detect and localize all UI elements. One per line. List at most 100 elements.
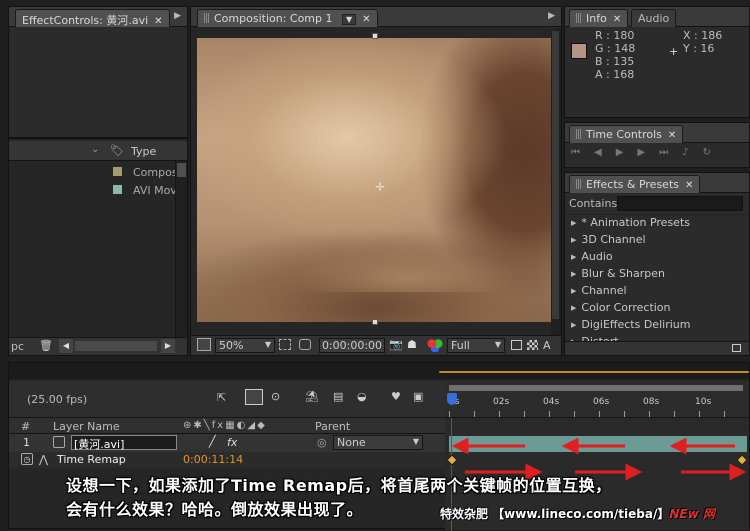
effects-category[interactable]: Color Correction bbox=[571, 301, 670, 317]
close-icon[interactable]: ✕ bbox=[613, 14, 621, 25]
scroll-left-icon[interactable]: ◀ bbox=[59, 339, 73, 353]
motion-blur-icon[interactable]: ◒ bbox=[357, 390, 367, 403]
layer-name-field[interactable]: [黄河.avi] bbox=[71, 435, 177, 451]
parent-select[interactable]: None ▼ bbox=[333, 435, 423, 450]
resolution-select[interactable]: Full ▼ bbox=[447, 338, 505, 353]
type-column-header[interactable]: Type bbox=[131, 145, 156, 158]
switches-header-icons[interactable]: ⊛✱╲fx▦◐◢◆ bbox=[183, 420, 267, 431]
effects-category[interactable]: Audio bbox=[571, 250, 612, 266]
viewer-handle-bottom[interactable] bbox=[372, 319, 378, 325]
tab-composition-label: Composition: Comp 1 bbox=[214, 12, 333, 25]
contains-search-input[interactable] bbox=[617, 196, 743, 211]
time-remap-row[interactable]: ◷ ⋀ Time Remap 0:00:11:14 bbox=[9, 452, 445, 468]
active-camera-icon[interactable]: A bbox=[543, 339, 551, 352]
layer-row[interactable]: 1 [黄河.avi] ╱ fx ◎ None ▼ bbox=[9, 434, 445, 452]
tab-effects-presets[interactable]: Effects & Presets ✕ bbox=[569, 175, 701, 193]
grip-icon[interactable] bbox=[576, 13, 582, 23]
timeline-top-strip bbox=[9, 363, 749, 379]
col-parent-header[interactable]: Parent bbox=[315, 420, 350, 433]
panel-menu-icon[interactable]: ▶ bbox=[174, 11, 181, 21]
time-controls-tabbar: Time Controls ✕ bbox=[565, 123, 749, 143]
scroll-right-icon[interactable]: ▶ bbox=[161, 339, 175, 353]
graph-editor-icon[interactable]: ▣ bbox=[413, 390, 423, 403]
close-icon[interactable]: ✕ bbox=[685, 180, 693, 191]
effects-category[interactable]: Blur & Sharpen bbox=[571, 267, 665, 283]
work-area-bar[interactable] bbox=[449, 385, 743, 391]
tab-composition[interactable]: Composition: Comp 1 ▼ ✕ bbox=[197, 9, 378, 27]
timeline-toolbar: (25.00 fps) ⇱ ⊙ ⛱ ▤ ◒ ♥ ▣ bbox=[9, 381, 445, 419]
snapshot-icon[interactable]: 📷 bbox=[389, 338, 403, 351]
graph-icon[interactable]: ⋀ bbox=[39, 453, 48, 466]
time-ruler[interactable]: 0s 02s 04s 06s 08s 10s bbox=[445, 381, 749, 417]
fast-preview-icon[interactable] bbox=[511, 340, 522, 350]
bpc-label[interactable]: pc bbox=[11, 340, 24, 353]
tab-info[interactable]: Info ✕ bbox=[569, 9, 629, 27]
prop-value[interactable]: 0:00:11:14 bbox=[183, 453, 243, 466]
loop-icon[interactable]: ↻ bbox=[703, 147, 725, 158]
live-update-icon[interactable]: ⊙ bbox=[271, 390, 280, 403]
panel-menu-icon[interactable]: ▶ bbox=[548, 11, 555, 21]
close-icon[interactable]: ✕ bbox=[668, 130, 676, 141]
effects-category[interactable]: 3D Channel bbox=[571, 233, 645, 249]
always-preview-icon[interactable] bbox=[197, 338, 211, 351]
current-time-indicator-head[interactable] bbox=[447, 393, 457, 405]
color-channels-icon[interactable] bbox=[427, 338, 443, 352]
info-tabbar: Info ✕ Audio bbox=[565, 7, 749, 27]
grip-icon[interactable] bbox=[576, 129, 582, 139]
zoom-select[interactable]: 50% ▼ bbox=[215, 338, 275, 353]
effects-category[interactable]: Channel bbox=[571, 284, 626, 300]
col-number-header[interactable]: # bbox=[21, 420, 30, 433]
draft-3d-icon[interactable] bbox=[245, 389, 263, 405]
comp-flowchart-icon[interactable]: ⇱ bbox=[217, 391, 226, 404]
project-scrollbar[interactable] bbox=[175, 161, 187, 339]
brainstorm-icon[interactable]: ♥ bbox=[391, 390, 401, 403]
fx-switch-icon[interactable]: fx bbox=[227, 436, 237, 449]
quality-switch-icon[interactable]: ╱ bbox=[209, 435, 216, 448]
scroll-thumb[interactable] bbox=[177, 163, 186, 177]
time-controls-panel: Time Controls ✕ ⏮◀▶▶⏭♪↻ bbox=[564, 122, 750, 168]
tab-info-label: Info bbox=[586, 12, 607, 25]
last-frame-icon[interactable]: ⏭ bbox=[659, 147, 682, 158]
scroll-track[interactable] bbox=[75, 341, 157, 351]
prev-frame-icon[interactable]: ◀ bbox=[594, 147, 616, 158]
caption-line-2: 会有什么效果？哈哈。倒放效果出现了。 bbox=[66, 500, 364, 519]
tab-time-controls-label: Time Controls bbox=[586, 128, 662, 141]
scroll-thumb[interactable] bbox=[552, 31, 559, 319]
first-frame-icon[interactable]: ⏮ bbox=[571, 147, 594, 158]
grip-icon[interactable] bbox=[576, 179, 582, 189]
close-icon[interactable]: ✕ bbox=[154, 16, 162, 27]
comp-dropdown-icon[interactable]: ▼ bbox=[342, 14, 357, 25]
sort-chevron-icon[interactable]: ⌄ bbox=[91, 144, 99, 155]
project-row-avi[interactable]: AVI Mov bbox=[9, 181, 177, 199]
audio-icon[interactable]: ♪ bbox=[682, 147, 702, 158]
stopwatch-icon[interactable]: ◷ bbox=[21, 453, 33, 465]
effects-tabbar: Effects & Presets ✕ bbox=[565, 173, 749, 193]
play-icon[interactable]: ▶ bbox=[616, 147, 638, 158]
viewer-scrollbar[interactable] bbox=[551, 29, 561, 335]
project-panel: ⌄ 🏷 Type Compos AVI Mov pc 🗑 ◀ ▶ bbox=[8, 138, 188, 356]
timecode-field[interactable]: 0:00:00:00 bbox=[319, 338, 385, 353]
trash-icon[interactable]: 🗑 bbox=[39, 339, 53, 352]
composition-viewer[interactable]: ✛ bbox=[197, 38, 553, 322]
hide-shy-icon[interactable]: ⛱ bbox=[305, 390, 319, 403]
tab-time-controls[interactable]: Time Controls ✕ bbox=[569, 125, 684, 143]
effects-category[interactable]: * Animation Presets bbox=[571, 216, 690, 232]
transparency-grid-icon[interactable] bbox=[299, 339, 311, 350]
tab-effect-controls[interactable]: EffectControls: 黄河.avi ✕ bbox=[15, 9, 170, 27]
frame-blend-icon[interactable]: ▤ bbox=[333, 390, 343, 403]
show-snapshot-icon[interactable]: ☗ bbox=[407, 338, 417, 351]
next-frame-icon[interactable]: ▶ bbox=[637, 147, 659, 158]
color-swatch bbox=[571, 43, 587, 59]
grip-icon[interactable] bbox=[204, 13, 210, 23]
viewer-handle-top[interactable] bbox=[372, 33, 378, 39]
effects-category[interactable]: DigiEffects Delirium bbox=[571, 318, 690, 334]
col-layer-name-header[interactable]: Layer Name bbox=[53, 420, 120, 433]
project-row-comp[interactable]: Compos bbox=[9, 163, 178, 181]
new-folder-icon[interactable] bbox=[732, 344, 741, 352]
parent-pickwhip-icon[interactable]: ◎ bbox=[317, 436, 327, 449]
tab-audio[interactable]: Audio bbox=[631, 9, 677, 27]
region-of-interest-icon[interactable] bbox=[279, 339, 291, 350]
label-tag-icon[interactable]: 🏷 bbox=[110, 144, 124, 157]
toggle-transparency-icon[interactable] bbox=[527, 340, 538, 350]
close-icon[interactable]: ✕ bbox=[362, 14, 370, 25]
